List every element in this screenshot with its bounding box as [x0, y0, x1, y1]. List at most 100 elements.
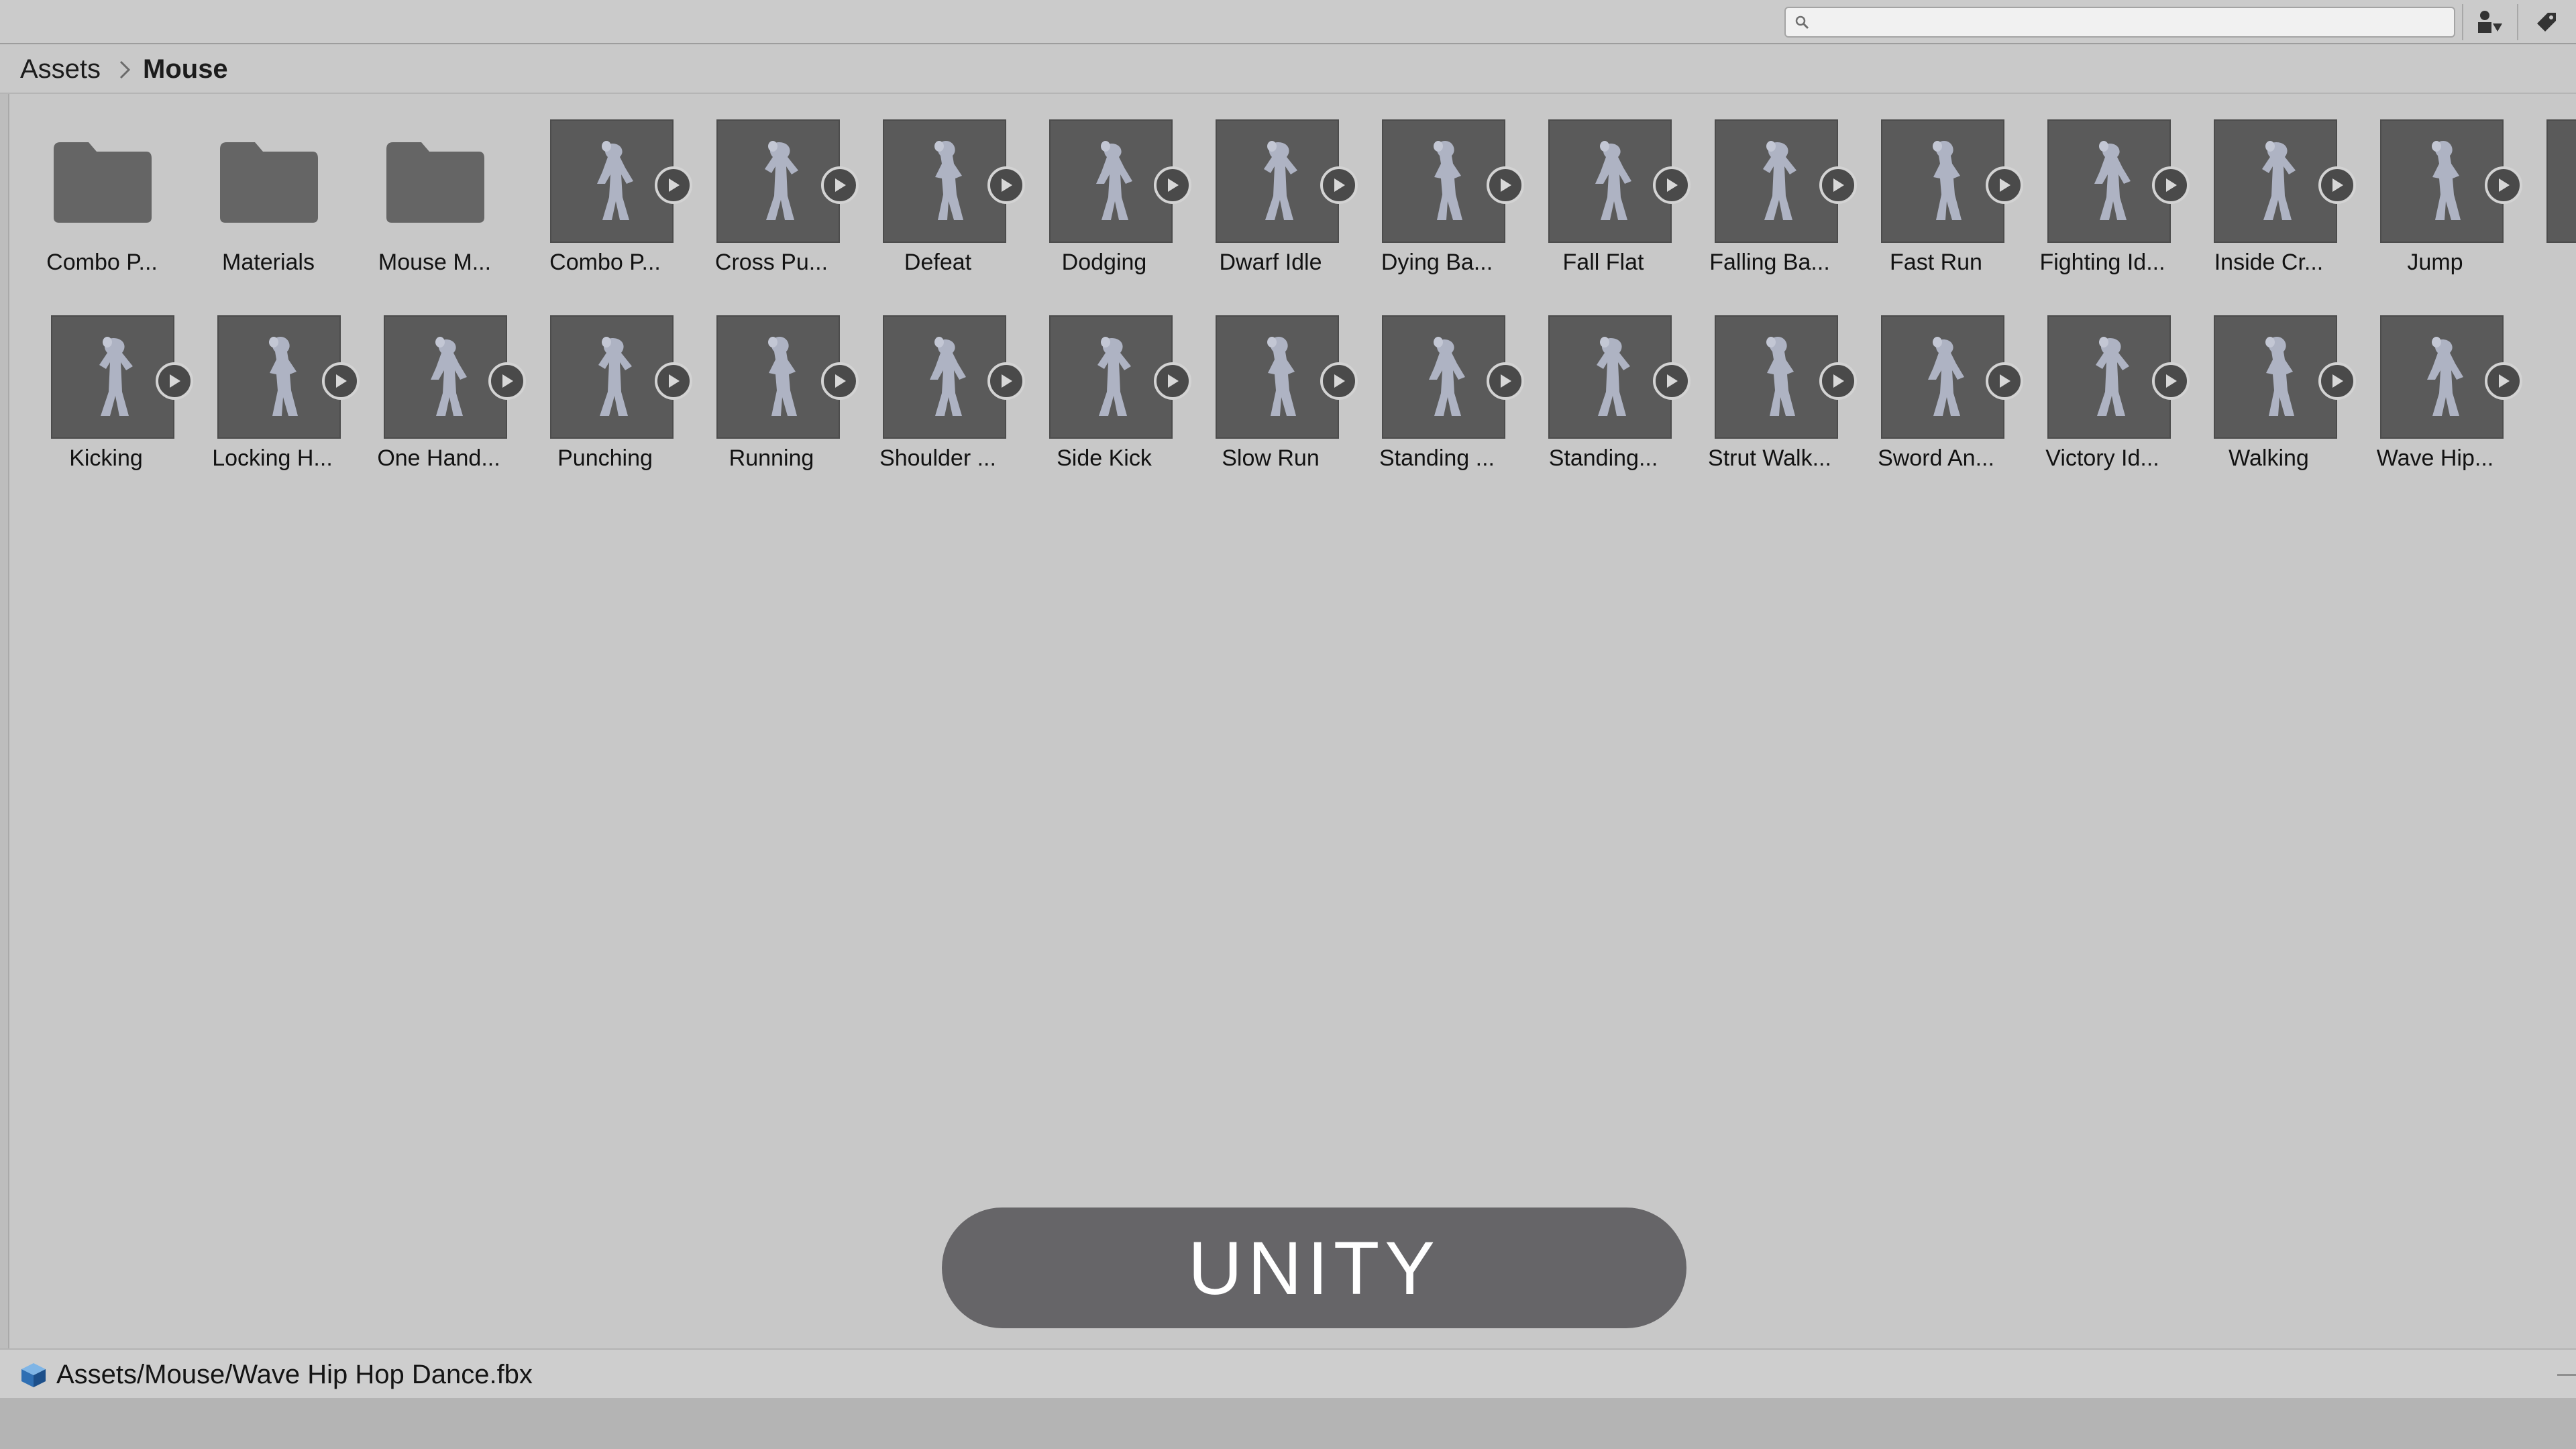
mouse-character-icon	[431, 337, 467, 416]
asset-folder[interactable]: Materials	[176, 94, 342, 282]
play-icon	[2499, 374, 2510, 388]
asset-label: One Hand...	[377, 445, 500, 471]
asset-label: Dwarf Idle	[1219, 250, 1322, 275]
mouse-character-icon	[598, 337, 632, 416]
asset-label: Dying Ba...	[1381, 250, 1493, 275]
asset-animation[interactable]: Slow Run	[1174, 290, 1358, 478]
asset-folder[interactable]: Combo P...	[9, 94, 176, 282]
asset-label: Combo P...	[549, 250, 661, 275]
mouse-character-icon	[1763, 141, 1796, 220]
asset-animation[interactable]: Kicking	[9, 290, 193, 478]
mouse-character-icon	[2427, 337, 2463, 416]
asset-animation[interactable]: Cross Pu...	[675, 94, 859, 282]
mouse-character-icon	[1434, 141, 1462, 220]
asset-animation[interactable]: Dying Ba...	[1340, 94, 1524, 282]
asset-label: Inside Cr...	[2214, 250, 2324, 275]
mouse-character-icon	[1096, 141, 1132, 220]
filter-by-label-button[interactable]	[2525, 5, 2568, 39]
breadcrumb-assets[interactable]: Assets	[20, 54, 101, 85]
asset-animation[interactable]: Strut Walk...	[1673, 290, 1857, 478]
asset-animation[interactable]: Dwarf Idle	[1174, 94, 1358, 282]
asset-animation[interactable]: Victory Id...	[2006, 290, 2190, 478]
asset-label: Fast Run	[1890, 250, 1982, 275]
mouse-character-icon	[768, 337, 797, 416]
asset-folder[interactable]: Mouse M...	[342, 94, 508, 282]
asset-animation[interactable]: Fall Flat	[1507, 94, 1690, 282]
asset-animation[interactable]: Combo P...	[508, 94, 692, 282]
asset-label: Side Kick	[1057, 445, 1152, 471]
fbx-model-icon	[21, 1363, 46, 1387]
asset-animation[interactable]: Jump	[2339, 94, 2522, 282]
mouse-character-icon	[99, 337, 133, 416]
asset-label: Kicking	[69, 445, 143, 471]
asset-animation[interactable]: Standing...	[1507, 290, 1690, 478]
asset-animation[interactable]: Running	[675, 290, 859, 478]
filter-by-label-icon	[2537, 13, 2556, 32]
breadcrumb-mouse[interactable]: Mouse	[143, 54, 228, 85]
asset-animation[interactable]: Fighting Id...	[2006, 94, 2190, 282]
asset-label: Defeat	[904, 250, 972, 275]
mouse-character-icon	[597, 141, 633, 220]
animation-thumbnail	[2546, 119, 2576, 243]
mouse-character-icon	[1429, 337, 1465, 416]
asset-label: Locking H...	[212, 445, 333, 471]
bottom-strip	[0, 1398, 2576, 1449]
mouse-character-icon	[2265, 337, 2294, 416]
folder-icon	[386, 142, 484, 223]
asset-animation[interactable]: Falling Ba...	[1673, 94, 1857, 282]
mouse-character-icon	[1264, 141, 1297, 220]
asset-label: Sword An...	[1878, 445, 1994, 471]
mouse-character-icon	[269, 337, 298, 416]
toolbar-divider	[2517, 4, 2518, 40]
asset-animation[interactable]: Wave Hip...	[2339, 290, 2522, 478]
asset-animation[interactable]: Dodging	[1008, 94, 1191, 282]
mouse-character-icon	[1597, 337, 1630, 416]
filter-by-type-icon	[2478, 11, 2502, 33]
project-toolbar	[0, 0, 2576, 44]
asset-animation[interactable]: Locking H...	[176, 290, 360, 478]
mouse-character-icon	[2432, 141, 2461, 220]
asset-label: Standing...	[1548, 445, 1658, 471]
mouse-character-icon	[2096, 337, 2129, 416]
resize-handle[interactable]	[2557, 1374, 2576, 1376]
asset-label: Standing ...	[1379, 445, 1495, 471]
asset-animation[interactable]: Defeat	[841, 94, 1025, 282]
asset-label: Fighting Id...	[2039, 250, 2165, 275]
asset-animation[interactable]: J	[2505, 94, 2576, 282]
mouse-character-icon	[1267, 337, 1296, 416]
filter-by-type-button[interactable]	[2469, 5, 2512, 39]
mouse-character-icon	[1933, 141, 1962, 220]
asset-label: Mouse M...	[378, 250, 492, 275]
asset-label: Materials	[222, 250, 315, 275]
asset-animation[interactable]: Walking	[2172, 290, 2356, 478]
folder-icon	[220, 142, 318, 223]
asset-animation[interactable]: Standing ...	[1340, 290, 1524, 478]
mouse-character-icon	[2262, 141, 2296, 220]
asset-label: Jump	[2407, 250, 2463, 275]
mouse-character-icon	[1595, 141, 1631, 220]
asset-label: Fall Flat	[1562, 250, 1644, 275]
asset-grid-area[interactable]: Combo P... Materials Mouse M... Combo P... C…	[9, 94, 2576, 1348]
mouse-character-icon	[1766, 337, 1795, 416]
unity-badge: UNITY	[942, 1208, 1686, 1328]
asset-animation[interactable]: Punching	[508, 290, 692, 478]
asset-label: Cross Pu...	[714, 250, 828, 275]
play-preview-button[interactable]	[2485, 362, 2522, 400]
asset-animation[interactable]: Sword An...	[1839, 290, 2023, 478]
asset-animation[interactable]: Shoulder ...	[841, 290, 1025, 478]
asset-animation[interactable]: Side Kick	[1008, 290, 1191, 478]
mouse-character-icon	[2094, 141, 2131, 220]
breadcrumb: Assets Mouse	[0, 44, 2576, 94]
asset-animation[interactable]: Inside Cr...	[2172, 94, 2356, 282]
toolbar-divider	[2462, 4, 2463, 40]
asset-label: Strut Walk...	[1708, 445, 1831, 471]
search-field[interactable]	[1784, 7, 2455, 38]
asset-animation[interactable]: Fast Run	[1839, 94, 2023, 282]
mouse-character-icon	[1928, 337, 1964, 416]
chevron-right-icon	[119, 60, 131, 79]
asset-animation[interactable]: One Hand...	[342, 290, 526, 478]
asset-label: Walking	[2229, 445, 2309, 471]
mouse-character-icon	[930, 337, 966, 416]
folder-icon	[54, 142, 152, 223]
asset-label: Combo P...	[46, 250, 158, 275]
